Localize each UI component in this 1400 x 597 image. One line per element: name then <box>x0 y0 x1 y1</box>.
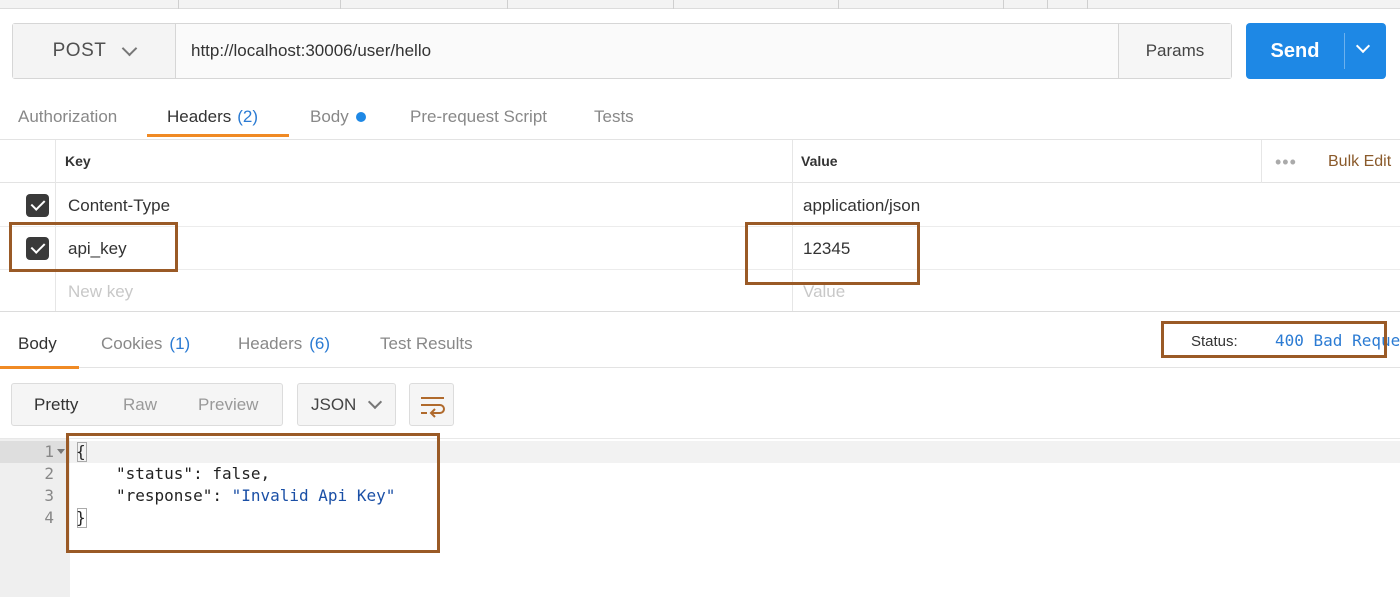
send-label: Send <box>1270 39 1320 62</box>
line-number: 1 <box>44 442 54 461</box>
wrap-lines-button[interactable] <box>409 383 454 426</box>
send-button[interactable]: Send <box>1246 23 1386 79</box>
modified-dot-icon <box>355 112 366 122</box>
value-column-header: Value <box>801 153 838 169</box>
tab-separator <box>1003 0 1004 9</box>
view-mode-segmented-control: Pretty Raw Preview <box>11 383 283 426</box>
tab-body[interactable]: Body <box>310 96 366 138</box>
header-enabled-checkbox[interactable] <box>26 194 49 217</box>
method-select[interactable]: POST <box>13 24 176 78</box>
tab-separator <box>1047 0 1048 9</box>
request-tabs: Authorization Headers (2) Body Pre-reque… <box>0 96 1400 138</box>
raw-view-button[interactable]: Raw <box>123 384 157 425</box>
tab-label: Tests <box>594 107 634 126</box>
tab-separator <box>340 0 341 9</box>
tab-count: (6) <box>309 334 331 353</box>
tab-label: Body <box>310 107 349 126</box>
tab-strip <box>0 0 1400 9</box>
tab-count: (2) <box>237 107 259 126</box>
url-input[interactable] <box>176 24 1118 78</box>
tab-headers[interactable]: Headers (2) <box>167 96 258 138</box>
tab-label: Headers <box>167 107 232 126</box>
tab-label: Cookies <box>101 334 163 353</box>
section-divider <box>0 311 1400 312</box>
tab-label: Headers <box>238 334 303 353</box>
chevron-down-icon <box>368 394 383 409</box>
tab-separator <box>1087 0 1088 9</box>
chevron-down-icon[interactable] <box>1355 38 1371 54</box>
tab-prerequest-script[interactable]: Pre-request Script <box>410 96 547 138</box>
tab-label: Authorization <box>18 107 118 126</box>
tab-label: Body <box>18 334 57 353</box>
tab-count: (1) <box>169 334 191 353</box>
wrap-lines-icon <box>421 397 445 418</box>
tab-separator <box>838 0 839 9</box>
highlight-box <box>1161 321 1387 358</box>
preview-view-button[interactable]: Preview <box>198 384 258 425</box>
column-divider <box>1261 140 1262 183</box>
active-tab-indicator <box>147 134 289 137</box>
send-divider <box>1344 33 1345 69</box>
chevron-down-icon <box>122 40 138 56</box>
format-label: JSON <box>311 394 357 414</box>
params-label: Params <box>1145 41 1205 60</box>
new-key-input[interactable]: New key <box>68 270 133 313</box>
tab-authorization[interactable]: Authorization <box>18 96 117 138</box>
highlight-box <box>745 222 920 285</box>
format-select[interactable]: JSON <box>297 383 396 426</box>
line-number: 2 <box>44 464 54 483</box>
line-number: 3 <box>44 486 54 505</box>
active-tab-indicator <box>0 366 79 369</box>
headers-table: Key Value ••• Bulk Edit Content-Type app… <box>0 139 1400 313</box>
params-button[interactable]: Params <box>1118 24 1231 78</box>
new-header-row: New key Value <box>0 270 1400 313</box>
method-label: POST <box>52 40 107 61</box>
tab-response-headers[interactable]: Headers (6) <box>238 322 330 366</box>
tab-label: Pre-request Script <box>410 107 547 126</box>
highlight-box <box>9 222 178 272</box>
header-row: api_key 12345 <box>0 227 1400 270</box>
tab-separator <box>673 0 674 9</box>
tab-separator <box>507 0 508 9</box>
header-key[interactable]: Content-Type <box>68 184 170 227</box>
header-value[interactable]: application/json <box>803 184 920 227</box>
tab-separator <box>178 0 179 9</box>
more-options-icon[interactable]: ••• <box>1275 152 1297 173</box>
pretty-view-button[interactable]: Pretty <box>34 384 78 425</box>
line-number: 4 <box>44 508 54 527</box>
bulk-edit-link[interactable]: Bulk Edit <box>1328 140 1391 183</box>
tab-label: Test Results <box>380 334 473 353</box>
key-column-header: Key <box>65 153 91 169</box>
header-row: Content-Type application/json <box>0 184 1400 227</box>
tab-cookies[interactable]: Cookies (1) <box>101 322 190 366</box>
tab-tests[interactable]: Tests <box>594 96 634 138</box>
tab-response-body[interactable]: Body <box>18 322 57 366</box>
fold-arrow-icon[interactable] <box>57 449 65 454</box>
highlight-box <box>66 433 440 553</box>
headers-table-header: Key Value ••• Bulk Edit <box>0 140 1400 183</box>
tab-test-results[interactable]: Test Results <box>380 322 473 366</box>
request-url-bar: POST Params <box>12 23 1232 79</box>
